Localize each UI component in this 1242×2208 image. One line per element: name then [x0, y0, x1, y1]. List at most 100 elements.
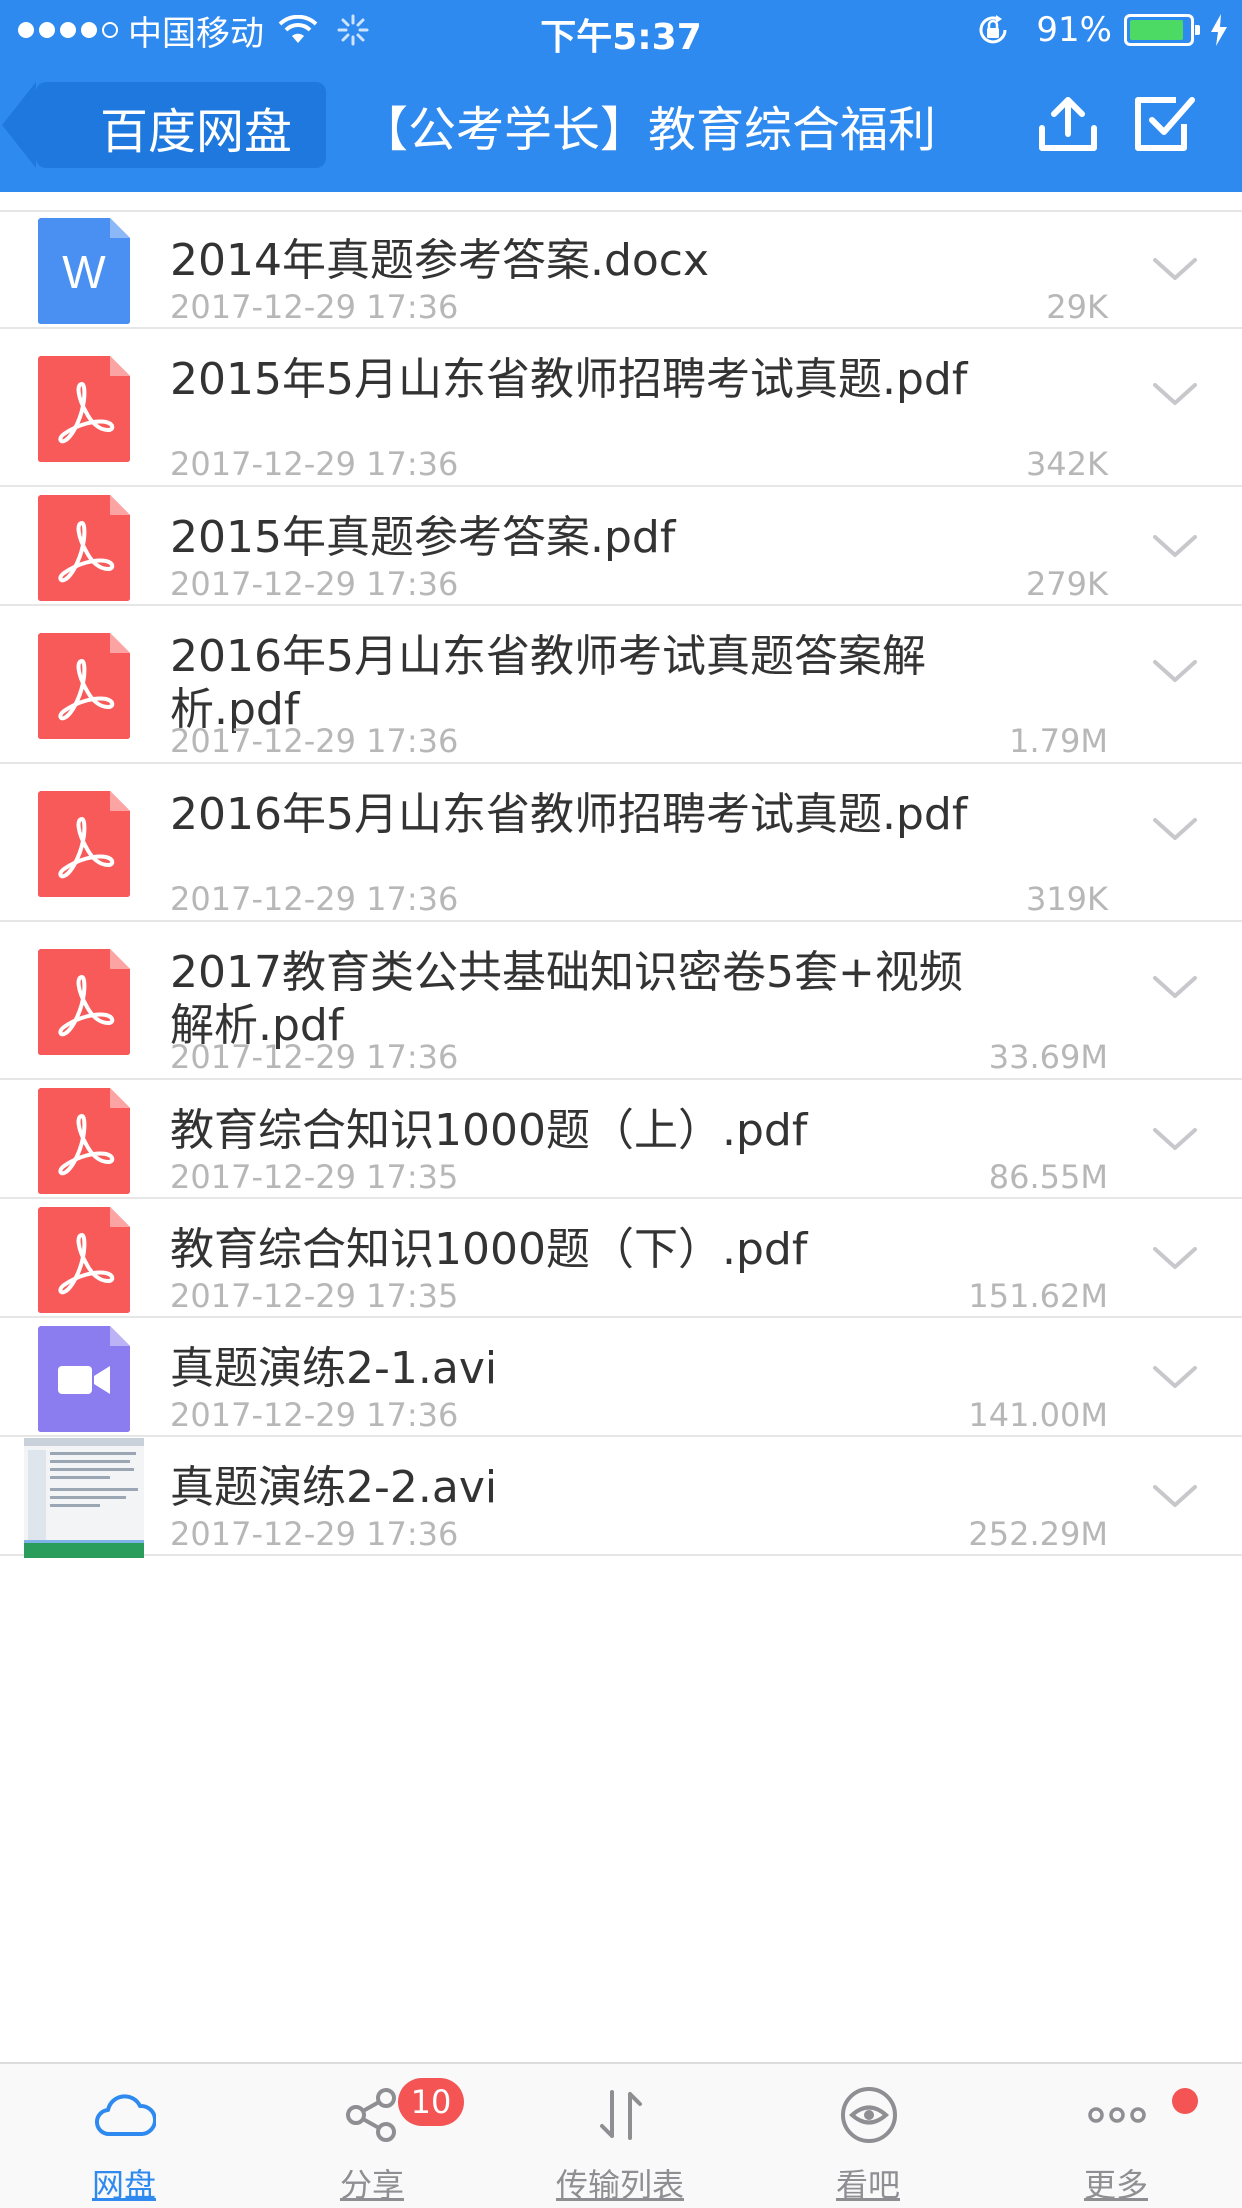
file-size: 319K	[1025, 880, 1108, 918]
tab-share[interactable]: 分享	[248, 2064, 496, 2208]
more-notification-dot	[1172, 2088, 1198, 2114]
file-name: 2017教育类公共基础知识密卷5套+视频解析.pdf	[170, 947, 963, 1051]
top-bar: 中国移动 下午5:37 91% 百度网盘 【公考学长】教育综合福利	[0, 0, 1242, 192]
tab-more-label: 更多	[1083, 2166, 1148, 2204]
file-size: 342K	[1025, 445, 1108, 483]
video-file-graphic	[38, 1325, 130, 1432]
file-row[interactable]: W 2014年真题参考答案.docx 2017-12-29 17:36 29K	[0, 212, 1242, 329]
pdf-file-graphic	[38, 1087, 130, 1194]
file-list[interactable]: W 2014年真题参考答案.docx 2017-12-29 17:36 29K 2015…	[0, 192, 1242, 2062]
pdf-file-graphic	[38, 633, 130, 740]
file-name: 教育综合知识1000题（下）.pdf	[170, 1224, 808, 1275]
file-row[interactable]: 2017教育类公共基础知识密卷5套+视频解析.pdf 2017-12-29 17:…	[0, 924, 1242, 1080]
back-button-label: 百度网盘	[100, 104, 293, 160]
pdf-file-graphic	[38, 356, 130, 463]
file-name: 2015年真题参考答案.pdf	[170, 512, 676, 563]
tab-transfer-label: 传输列表	[555, 2166, 684, 2204]
file-row[interactable]: 2015年5月山东省教师招聘考试真题.pdf 2017-12-29 17:36 34…	[0, 331, 1242, 487]
battery-icon	[1124, 14, 1200, 46]
file-date: 2017-12-29 17:36	[170, 722, 459, 760]
file-row[interactable]: 教育综合知识1000题（下）.pdf 2017-12-29 17:35 151.62…	[0, 1201, 1242, 1318]
tab-kanba[interactable]: 看吧	[744, 2064, 992, 2208]
rotation-lock-icon	[979, 15, 1007, 44]
file-row[interactable]: 2016年5月山东省教师招聘考试真题.pdf 2017-12-29 17:36 31…	[0, 766, 1242, 922]
pdf-file-graphic	[38, 949, 130, 1056]
transfer-icon	[600, 2090, 642, 2140]
tab-share-label: 分享	[339, 2166, 404, 2204]
file-size: 33.69M	[988, 1038, 1108, 1076]
pdf-file-icon	[36, 493, 132, 603]
chevron-down-icon[interactable]	[1152, 816, 1198, 842]
pdf-file-icon	[36, 1205, 132, 1315]
file-size: 86.55M	[988, 1158, 1108, 1196]
file-name: 2016年5月山东省教师招聘考试真题.pdf	[170, 789, 968, 840]
pdf-file-graphic	[38, 494, 130, 601]
file-row[interactable]: 真题演练2-2.avi 2017-12-29 17:36 252.29M	[0, 1437, 1242, 1558]
tab-netdisk-label: 网盘	[91, 2166, 156, 2204]
file-name: 2015年5月山东省教师招聘考试真题.pdf	[170, 354, 968, 405]
file-name: 2014年真题参考答案.docx	[170, 235, 710, 286]
file-row[interactable]: 真题演练2-1.avi 2017-12-29 17:36 141.00M	[0, 1320, 1242, 1437]
upload-icon[interactable]	[1036, 92, 1100, 156]
file-size: 151.62M	[968, 1277, 1108, 1315]
chevron-down-icon[interactable]	[1152, 658, 1198, 684]
share-icon	[346, 2088, 396, 2142]
back-button[interactable]: 百度网盘	[2, 82, 326, 168]
file-date: 2017-12-29 17:36	[170, 1396, 459, 1434]
file-name: 真题演练2-2.avi	[170, 1462, 498, 1513]
tab-transfer-list[interactable]: 传输列表	[496, 2064, 744, 2208]
chevron-down-icon[interactable]	[1152, 1483, 1198, 1509]
pdf-file-icon	[36, 789, 132, 899]
file-name: 2016年5月山东省教师考试真题答案解析.pdf	[170, 631, 926, 735]
word-file-icon: W	[36, 216, 132, 326]
chevron-down-icon[interactable]	[1152, 1364, 1198, 1390]
video-thumbnail-graphic	[24, 1437, 144, 1558]
navigation-bar: 百度网盘 【公考学长】教育综合福利	[0, 60, 1242, 192]
eye-icon	[841, 2087, 897, 2143]
charging-bolt-icon	[1211, 14, 1227, 46]
video-file-icon	[36, 1324, 132, 1434]
share-badge: 10	[398, 2078, 464, 2126]
chevron-down-icon[interactable]	[1152, 381, 1198, 407]
file-row[interactable]: 2016年5月山东省教师考试真题答案解析.pdf 2017-12-29 17:36…	[0, 608, 1242, 764]
chevron-down-icon[interactable]	[1152, 256, 1198, 282]
file-date: 2017-12-29 17:36	[170, 880, 459, 918]
pdf-file-icon	[36, 354, 132, 464]
checkbox-select-icon[interactable]	[1132, 90, 1198, 156]
tab-bar: 网盘 分享 10 传输列表 看吧 更多	[0, 2062, 1242, 2208]
video-thumbnail-icon	[24, 1437, 144, 1558]
file-name: 教育综合知识1000题（上）.pdf	[170, 1105, 808, 1156]
chevron-down-icon[interactable]	[1152, 1245, 1198, 1271]
file-row[interactable]: 教育综合知识1000题（上）.pdf 2017-12-29 17:35 86.55M	[0, 1082, 1242, 1199]
file-row[interactable]: 2015年真题参考答案.pdf 2017-12-29 17:36 279K	[0, 489, 1242, 606]
file-date: 2017-12-29 17:35	[170, 1277, 459, 1315]
battery-percent: 91%	[1036, 10, 1112, 50]
file-size: 29K	[1046, 288, 1108, 326]
more-icon	[1088, 2107, 1146, 2123]
file-size: 1.79M	[1009, 722, 1108, 760]
tab-kanba-label: 看吧	[835, 2166, 900, 2204]
pdf-file-icon	[36, 631, 132, 741]
file-date: 2017-12-29 17:36	[170, 288, 459, 326]
pdf-file-graphic	[38, 791, 130, 898]
file-date: 2017-12-29 17:36	[170, 445, 459, 483]
file-date: 2017-12-29 17:36	[170, 1515, 459, 1553]
page-title: 【公考学长】教育综合福利	[360, 102, 937, 158]
chevron-down-icon[interactable]	[1152, 1126, 1198, 1152]
svg-text:W: W	[62, 246, 106, 298]
word-file-graphic: W	[38, 217, 130, 324]
status-bar: 中国移动 下午5:37 91%	[0, 0, 1242, 60]
file-date: 2017-12-29 17:36	[170, 1038, 459, 1076]
tab-more[interactable]: 更多	[992, 2064, 1240, 2208]
chevron-down-icon[interactable]	[1152, 974, 1198, 1000]
file-size: 279K	[1025, 565, 1108, 603]
chevron-down-icon[interactable]	[1152, 533, 1198, 559]
pdf-file-graphic	[38, 1206, 130, 1313]
file-date: 2017-12-29 17:35	[170, 1158, 459, 1196]
pdf-file-icon	[36, 947, 132, 1057]
pdf-file-icon	[36, 1086, 132, 1196]
file-date: 2017-12-29 17:36	[170, 565, 459, 603]
file-size: 141.00M	[968, 1396, 1108, 1434]
tab-netdisk[interactable]: 网盘	[0, 2064, 248, 2208]
cloud-icon	[95, 2094, 156, 2137]
